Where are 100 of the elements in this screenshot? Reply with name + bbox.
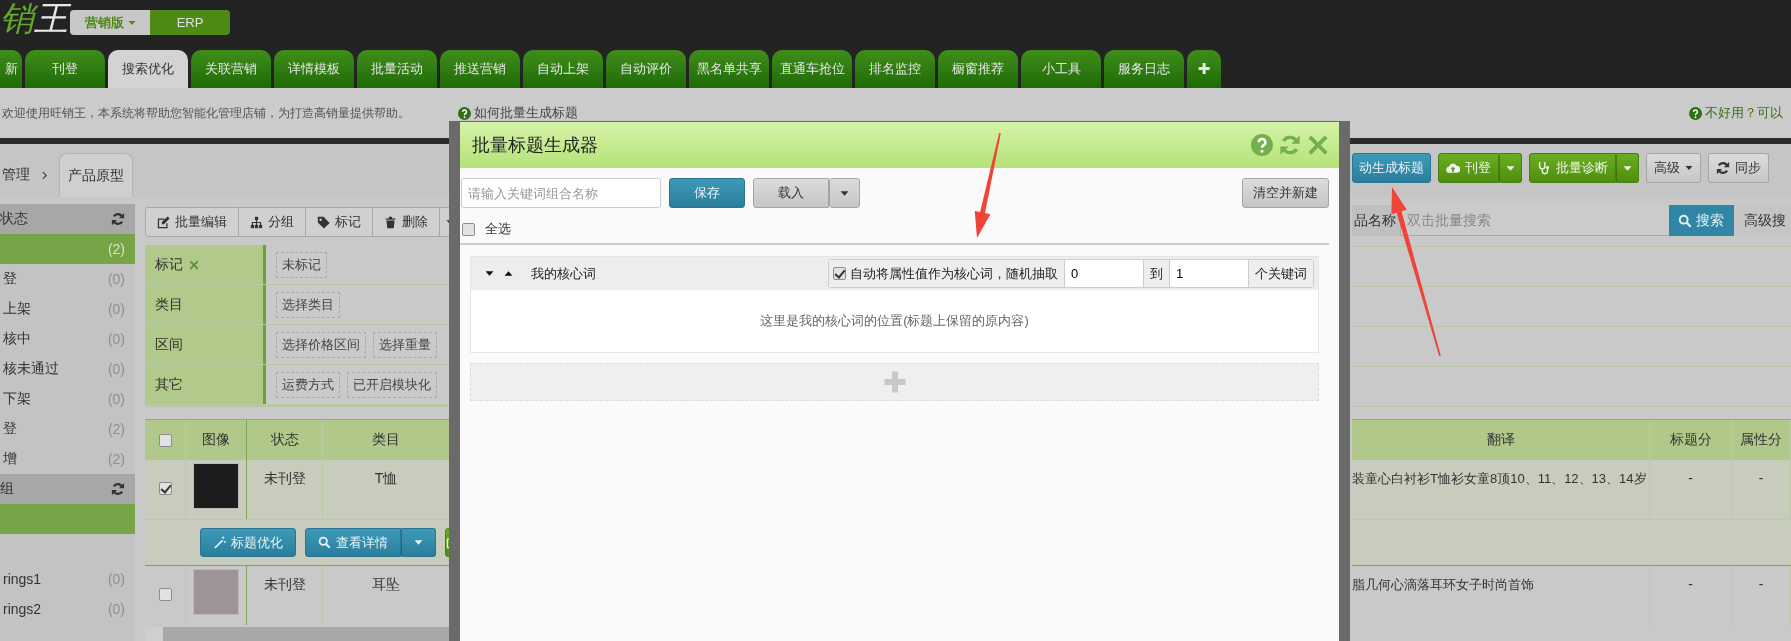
filter-option[interactable]: 未标记 bbox=[276, 251, 327, 278]
sidebar-header: 组 bbox=[0, 474, 135, 504]
search-icon bbox=[1678, 213, 1693, 228]
number-field[interactable]: 1 bbox=[1169, 260, 1248, 287]
refresh-icon bbox=[111, 212, 125, 226]
filter-label: 区间 bbox=[145, 325, 266, 364]
edit-icon bbox=[157, 215, 170, 229]
row-action-button[interactable]: 查看详情 bbox=[305, 528, 401, 557]
dropdown-button[interactable] bbox=[1616, 153, 1639, 183]
nav-tab[interactable]: 刊登 bbox=[25, 50, 105, 88]
action-button[interactable]: 同步 bbox=[1708, 153, 1769, 183]
nav-tab[interactable]: 新 bbox=[0, 50, 22, 88]
filter-option[interactable]: 运费方式 bbox=[276, 371, 340, 398]
dialog-title: 批量标题生成器 bbox=[472, 134, 598, 157]
table-cell: 脂几何心滴落耳环女子时尚首饰 bbox=[1352, 566, 1650, 625]
stethoscope-icon bbox=[1537, 161, 1551, 175]
help-link[interactable]: 如何批量生成标题 bbox=[458, 104, 578, 122]
nav-tab[interactable]: 服务日志 bbox=[1104, 50, 1184, 88]
caret-icon bbox=[1623, 163, 1632, 173]
toolbar-button[interactable]: 分组 bbox=[239, 207, 306, 237]
move-down-button[interactable] bbox=[483, 269, 496, 278]
checkbox[interactable] bbox=[462, 222, 475, 236]
name-field[interactable]: 请输入关键词组合名称 bbox=[461, 178, 661, 208]
checkbox[interactable] bbox=[833, 267, 846, 280]
item-label: 核中 bbox=[3, 330, 31, 348]
refresh-icon bbox=[111, 482, 125, 496]
filter-option[interactable]: 选择类目 bbox=[276, 291, 340, 318]
table-cell: - bbox=[1732, 566, 1791, 625]
help-button[interactable] bbox=[1251, 134, 1273, 156]
caret-icon bbox=[840, 188, 849, 198]
nav-tab[interactable]: 搜索优化 bbox=[108, 50, 188, 88]
panel-hint: 这里是我的核心词的位置(标题上保留的原内容) bbox=[759, 312, 1030, 330]
nav-tab[interactable]: 自动上架 bbox=[523, 50, 603, 88]
photo-placeholder bbox=[193, 463, 239, 509]
nav-tab[interactable]: 详情模板 bbox=[274, 50, 354, 88]
search-icon bbox=[318, 536, 331, 549]
nav-tab[interactable]: 橱窗推荐 bbox=[938, 50, 1018, 88]
help-icon bbox=[1689, 106, 1702, 120]
checkbox-label: 自动将属性值作为核心词，随机抽取 bbox=[850, 264, 1058, 283]
caret-icon bbox=[485, 269, 494, 278]
clear-button[interactable]: 清空并新建 bbox=[1242, 178, 1329, 208]
toolbar-button[interactable]: 批量编辑 bbox=[145, 207, 239, 237]
item-label: 登 bbox=[3, 420, 17, 438]
feedback-link[interactable]: 不好用？可以 bbox=[1689, 104, 1789, 122]
sidebar-header: 状态 bbox=[0, 204, 135, 234]
refresh-button[interactable] bbox=[1279, 134, 1301, 156]
row-action-button[interactable]: 标题优化 bbox=[200, 528, 296, 557]
caret-icon bbox=[1506, 163, 1515, 173]
toolbar-button[interactable]: 删除 bbox=[373, 207, 440, 237]
dropdown-button[interactable] bbox=[829, 178, 860, 208]
filter-label: 其它 bbox=[145, 365, 266, 404]
nav-tab[interactable]: 排名监控 bbox=[855, 50, 935, 88]
refresh-icon bbox=[1716, 161, 1730, 175]
breadcrumb-tab[interactable]: 产品原型 bbox=[59, 153, 133, 197]
item-label: 下架 bbox=[3, 390, 31, 408]
item-label: 登 bbox=[3, 270, 17, 288]
advanced-search-button[interactable]: 高级搜 bbox=[1733, 205, 1791, 236]
save-button[interactable]: 保存 bbox=[669, 178, 745, 208]
filter-option[interactable]: 已开启模块化 bbox=[347, 371, 437, 398]
nav-tab[interactable]: 批量活动 bbox=[357, 50, 437, 88]
chevron-right-icon bbox=[40, 170, 49, 180]
number-field[interactable]: 0 bbox=[1064, 260, 1143, 287]
edition-toggle[interactable]: ERP bbox=[150, 10, 230, 35]
plus-icon bbox=[882, 370, 907, 394]
refresh-icon bbox=[1279, 134, 1301, 156]
cloud-upload-icon bbox=[1446, 161, 1460, 175]
caret-icon bbox=[414, 538, 423, 547]
scrollbar[interactable] bbox=[145, 627, 450, 641]
filter-label: 标记 bbox=[145, 245, 266, 284]
nav-tab[interactable]: 推送营销 bbox=[440, 50, 520, 88]
input-addon: 个关键词 bbox=[1248, 260, 1313, 287]
filter-option[interactable]: 选择重量 bbox=[373, 331, 437, 358]
nav-tab[interactable]: 自动评价 bbox=[606, 50, 686, 88]
checkbox-label: 全选 bbox=[485, 220, 511, 238]
table-cell: - bbox=[1650, 566, 1732, 625]
field-dropdown[interactable]: 品名称 bbox=[1352, 205, 1401, 236]
add-tab[interactable]: ✚ bbox=[1187, 50, 1221, 88]
nav-tab[interactable]: 小工具 bbox=[1021, 50, 1101, 88]
load-button[interactable]: 载入 bbox=[753, 178, 829, 208]
move-up-button[interactable] bbox=[502, 269, 515, 278]
checkbox[interactable] bbox=[158, 433, 172, 447]
nav-tab[interactable]: 关联营销 bbox=[191, 50, 271, 88]
action-button[interactable]: 高级 bbox=[1646, 153, 1701, 183]
nav-tab[interactable]: 黑名单共享 bbox=[689, 50, 769, 88]
close-icon bbox=[1307, 134, 1329, 156]
notice-text: 欢迎使用旺销王，本系统将帮助您智能化管理店铺，为打造高销量提供帮助。 bbox=[2, 104, 411, 122]
checkbox[interactable] bbox=[158, 588, 172, 601]
remove-button[interactable] bbox=[189, 259, 199, 270]
checkbox[interactable] bbox=[158, 482, 172, 495]
action-button[interactable]: 动生成标题 bbox=[1352, 153, 1431, 183]
item-count: (2) bbox=[107, 241, 125, 257]
filter-option[interactable]: 选择价格区间 bbox=[276, 331, 366, 358]
dropdown-button[interactable] bbox=[401, 528, 436, 557]
search-button[interactable]: 搜索 bbox=[1668, 205, 1734, 236]
dropdown-button[interactable] bbox=[1499, 153, 1522, 183]
breadcrumb-link[interactable]: 管理 bbox=[2, 153, 49, 197]
item-label: 核未通过 bbox=[3, 360, 59, 378]
close-button[interactable] bbox=[1307, 134, 1329, 156]
toolbar-button[interactable]: 标记 bbox=[306, 207, 373, 237]
nav-tab[interactable]: 直通车抢位 bbox=[772, 50, 852, 88]
